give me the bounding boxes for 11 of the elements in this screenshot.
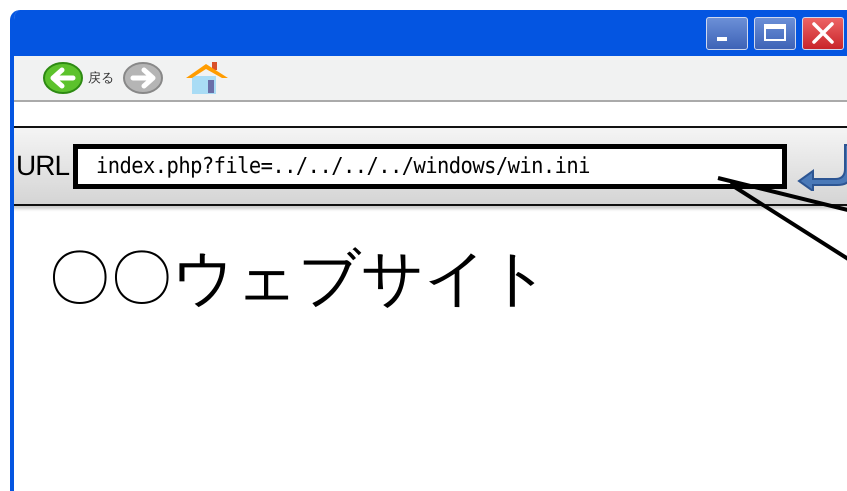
enter-arrow-icon[interactable] (795, 141, 847, 191)
close-button[interactable] (802, 16, 844, 50)
url-field[interactable]: index.php?file=../../../../windows/win.ini (73, 144, 788, 188)
close-icon (811, 22, 835, 44)
back-label[interactable]: 戻る (88, 69, 114, 87)
minimize-icon (717, 37, 727, 41)
url-label: URL (16, 149, 70, 183)
page-heading: 〇〇ウェブサイト (48, 240, 551, 316)
maximize-button[interactable] (754, 16, 796, 50)
maximize-icon (763, 23, 787, 43)
minimize-button[interactable] (706, 16, 748, 50)
